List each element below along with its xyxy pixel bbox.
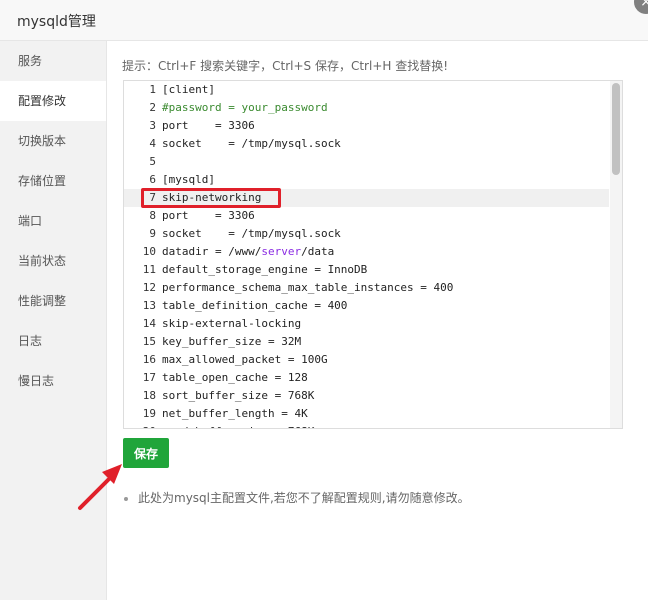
line-number: 13 <box>142 299 156 312</box>
line-number: 5 <box>149 155 156 168</box>
code-line[interactable]: 9 socket = /tmp/mysql.sock <box>124 225 609 243</box>
config-note-text: 此处为mysql主配置文件,若您不了解配置规则,请勿随意修改。 <box>138 491 470 505</box>
line-number: 3 <box>149 119 156 132</box>
code-line[interactable]: 6 [mysqld] <box>124 171 609 189</box>
annotation-highlight-box <box>141 188 281 208</box>
sidebar-item[interactable]: 服务 <box>0 41 106 81</box>
editor-scrollbar[interactable] <box>610 81 622 428</box>
line-text: performance_schema_max_table_instances =… <box>162 281 454 294</box>
sidebar-item[interactable]: 慢日志 <box>0 361 106 401</box>
line-text: skip-external-locking <box>162 317 302 330</box>
line-number: 17 <box>142 371 156 384</box>
config-editor[interactable]: 1 [client] 2 #password = your_password 3 port… <box>123 80 623 429</box>
line-text: port = 3306 <box>162 119 255 132</box>
code-line[interactable]: 11 default_storage_engine = InnoDB <box>124 261 609 279</box>
title-bar: mysqld管理 <box>0 0 648 41</box>
line-number: 10 <box>142 245 156 258</box>
line-text: [client] <box>162 83 215 96</box>
line-number: 15 <box>142 335 156 348</box>
line-text: read_buffer_size = 768K <box>162 425 314 428</box>
line-number: 18 <box>142 389 156 402</box>
line-text: socket = /tmp/mysql.sock <box>162 137 341 150</box>
code-line[interactable]: 8 port = 3306 <box>124 207 609 225</box>
line-number: 11 <box>142 263 156 276</box>
line-text: sort_buffer_size = 768K <box>162 389 315 402</box>
code-line[interactable]: 1 [client] <box>124 81 609 99</box>
line-text: [mysqld] <box>162 173 215 186</box>
code-line[interactable]: 18 sort_buffer_size = 768K <box>124 387 609 405</box>
code-line[interactable]: 5 <box>124 153 609 171</box>
code-line[interactable]: 19 net_buffer_length = 4K <box>124 405 609 423</box>
line-number: 9 <box>149 227 156 240</box>
code-line[interactable]: 4 socket = /tmp/mysql.sock <box>124 135 609 153</box>
editor-scroll-thumb[interactable] <box>612 83 620 175</box>
code-line[interactable]: 20read_buffer_size = 768K <box>124 423 609 428</box>
line-number: 12 <box>142 281 156 294</box>
sidebar-item[interactable]: 日志 <box>0 321 106 361</box>
line-text: datadir = /www/server/data <box>162 245 335 258</box>
sidebar-item[interactable]: 端口 <box>0 201 106 241</box>
code-line[interactable]: 10 datadir = /www/server/data <box>124 243 609 261</box>
annotation-arrow-icon <box>78 464 122 510</box>
sidebar-item[interactable]: 性能调整 <box>0 281 106 321</box>
code-line[interactable]: 14 skip-external-locking <box>124 315 609 333</box>
code-line[interactable]: 12 performance_schema_max_table_instances… <box>124 279 609 297</box>
sidebar-item[interactable]: 切换版本 <box>0 121 106 161</box>
code-line[interactable]: 2 #password = your_password <box>124 99 609 117</box>
code-line[interactable]: 17 table_open_cache = 128 <box>124 369 609 387</box>
line-number: 16 <box>142 353 156 366</box>
code-lines[interactable]: 1 [client] 2 #password = your_password 3 port… <box>124 81 609 428</box>
line-number: 19 <box>142 407 156 420</box>
line-text: port = 3306 <box>162 209 255 222</box>
window-title: mysqld管理 <box>17 14 96 30</box>
sidebar-item[interactable]: 当前状态 <box>0 241 106 281</box>
sidebar-item[interactable]: 存储位置 <box>0 161 106 201</box>
syntax-keyword: server <box>261 245 302 258</box>
line-number: 14 <box>142 317 156 330</box>
line-number: 2 <box>149 101 156 114</box>
line-text: default_storage_engine = InnoDB <box>162 263 368 276</box>
line-text: max_allowed_packet = 100G <box>162 353 328 366</box>
line-number: 1 <box>149 83 156 96</box>
code-line[interactable]: 16 max_allowed_packet = 100G <box>124 351 609 369</box>
line-number: 8 <box>149 209 156 222</box>
line-text: key_buffer_size = 32M <box>162 335 302 348</box>
sidebar-item[interactable]: 配置修改 <box>0 81 106 121</box>
config-note: 此处为mysql主配置文件,若您不了解配置规则,请勿随意修改。 <box>124 489 470 506</box>
line-text: socket = /tmp/mysql.sock <box>162 227 341 240</box>
line-text: #password = your_password <box>162 101 328 114</box>
line-text: table_open_cache = 128 <box>162 371 308 384</box>
editor-tip: 提示：Ctrl+F 搜索关键字，Ctrl+S 保存，Ctrl+H 查找替换! <box>122 59 449 73</box>
code-line[interactable]: 13 table_definition_cache = 400 <box>124 297 609 315</box>
line-number: 20 <box>124 423 162 428</box>
code-line[interactable]: 3 port = 3306 <box>124 117 609 135</box>
code-line[interactable]: 15 key_buffer_size = 32M <box>124 333 609 351</box>
line-text: table_definition_cache = 400 <box>162 299 348 312</box>
line-text: net_buffer_length = 4K <box>162 407 308 420</box>
line-number: 6 <box>149 173 156 186</box>
line-number: 4 <box>149 137 156 150</box>
